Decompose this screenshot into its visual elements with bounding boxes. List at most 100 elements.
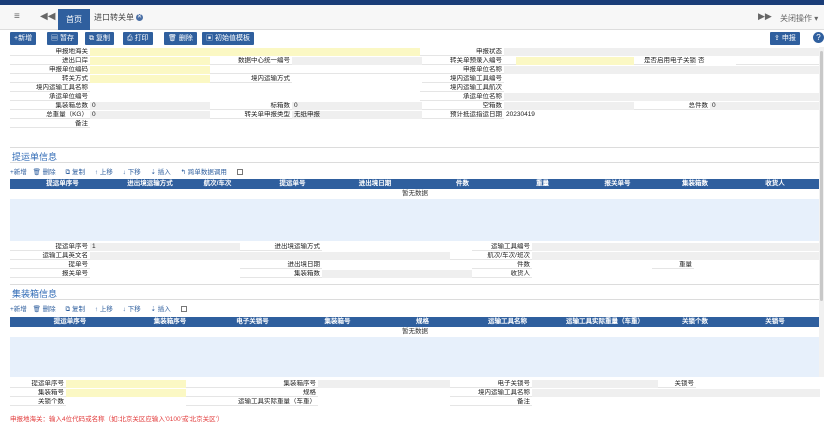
transfer-mode-input[interactable] [90, 75, 210, 83]
bill-copy-label: 复制 [71, 169, 85, 176]
electronic-lock-select[interactable]: 否 [696, 57, 736, 65]
copy-button[interactable]: ⧉ 复制 [85, 32, 114, 45]
container-detail-form: 提运单序号 集装箱序号 电子关锁号 关锁号 集装箱号 规格 境内运输工具名称 关… [10, 380, 820, 410]
tab-label: 进口转关单 [94, 13, 134, 22]
carrier-no-input[interactable] [90, 93, 420, 101]
container-total-field: 0 [90, 102, 210, 110]
label-c-weight: 运输工具实际重量（车重） [238, 398, 316, 405]
delete-button[interactable]: 🗑 删除 [164, 32, 197, 45]
bill-detail-form: 提运单序号 1 进出境运输方式 运输工具编号 运输工具英文名 航次/车次/班次 … [10, 243, 820, 283]
init-template-button[interactable]: ▣ 初始值模板 [202, 32, 254, 45]
label-bill-voyage: 航次/车次/班次 [487, 252, 530, 259]
c-bill-seq-input[interactable] [66, 380, 186, 388]
label-bill-containers: 集装箱数 [294, 270, 320, 277]
container-down-button[interactable]: ↓ 下移 [123, 306, 145, 313]
menu-icon[interactable]: ≡ [14, 11, 20, 22]
bill-insert-label: 插入 [157, 169, 171, 176]
bill-no-input[interactable] [90, 261, 240, 269]
label-empty-boxes: 空箱数 [482, 102, 503, 109]
vehicle-no-input[interactable] [504, 75, 820, 83]
eta-input[interactable]: 20230419 [504, 111, 820, 119]
container-up-button[interactable]: ↑ 上移 [95, 306, 117, 313]
bill-checkbox[interactable] [236, 169, 243, 176]
bill-weight-input[interactable] [694, 261, 820, 269]
scrollbar-thumb[interactable] [820, 51, 823, 301]
label-c-container-no: 集装箱号 [38, 389, 64, 396]
bill-pieces-input[interactable] [532, 261, 652, 269]
col-header: 进出境运输方式 [127, 180, 173, 187]
label-transfer-mode: 转关方式 [62, 75, 88, 82]
bill-vehicle-en-field [90, 252, 450, 260]
container-table-body: 暂无数据 [10, 327, 820, 377]
container-checkbox[interactable] [180, 306, 187, 313]
close-tab-icon[interactable]: ✕ [136, 14, 143, 22]
bill-delete-button[interactable]: 🗑 删除 [33, 169, 60, 176]
copy-label: 复制 [95, 35, 110, 42]
container-delete-label: 删除 [42, 306, 56, 313]
bill-vehicle-no-field [532, 243, 820, 251]
tab-home[interactable]: 首页 [58, 9, 90, 30]
scroll-right-icon[interactable]: ▶▶ [758, 11, 772, 22]
form-row: 集装箱号 规格 境内运输工具名称 [10, 389, 820, 397]
bill-insert-button[interactable]: ⇣ 插入 [151, 169, 175, 176]
container-new-button[interactable]: +新增 [10, 306, 27, 313]
label-decl-customs: 申报地海关 [55, 48, 89, 55]
bill-customs-no-input[interactable] [90, 270, 240, 278]
vehicle-name-input[interactable] [90, 84, 420, 92]
port-input[interactable] [90, 57, 210, 65]
divider [10, 147, 820, 148]
col-header: 提运单号 [279, 180, 306, 187]
scroll-left-icon[interactable]: ◀◀ [40, 11, 55, 22]
bill-cross-button[interactable]: ↰ 跨单数据调用 [181, 169, 231, 176]
label-c-remarks: 备注 [517, 398, 530, 405]
save-button[interactable]: ▤ 暂存 [47, 32, 78, 45]
tab-import-transfer[interactable]: 进口转关单 ✕ [94, 12, 143, 23]
bill-down-label: 下移 [127, 169, 141, 176]
col-header: 集装箱数 [682, 180, 708, 187]
remarks-input[interactable] [90, 120, 820, 128]
no-data: 暂无数据 [10, 189, 820, 199]
c-lock-count-input[interactable] [66, 398, 186, 406]
empty-boxes-field [504, 102, 634, 110]
help-icon[interactable]: ? [813, 32, 824, 43]
bill-consignee-input[interactable] [532, 270, 820, 278]
decl-type-field: 无纸申报 [292, 111, 422, 119]
bill-new-button[interactable]: +新增 [10, 169, 27, 176]
c-weight-input[interactable] [318, 398, 450, 406]
domestic-transport-input[interactable] [292, 75, 422, 83]
new-button[interactable]: +新增 [10, 32, 37, 45]
c-container-no-input[interactable] [66, 389, 186, 397]
bill-copy-button[interactable]: ⧉ 复制 [65, 169, 88, 176]
bill-up-button[interactable]: ↑ 上移 [95, 169, 117, 176]
decl-customs-input[interactable] [90, 48, 420, 56]
vehicle-voyage-input[interactable] [504, 84, 820, 92]
c-spec-input[interactable] [318, 389, 450, 397]
form-row: 申报单位编码 申报单位名称 [10, 66, 820, 74]
c-remarks-input[interactable] [532, 398, 820, 406]
col-header: 进出境日期 [358, 180, 392, 187]
container-copy-button[interactable]: ⧉ 复制 [65, 306, 88, 313]
vertical-scrollbar[interactable] [819, 47, 824, 377]
close-ops-menu[interactable]: 关闭操作 ▾ [780, 13, 818, 24]
form-row: 申报地海关 申报状态 [10, 48, 820, 56]
container-insert-button[interactable]: ⇣ 插入 [151, 306, 175, 313]
form-row: 进出口岸 数据中心统一编号 转关单预录入编号 是否启用电子关锁 否 [10, 57, 820, 65]
label-c-seal: 关锁号 [674, 380, 695, 387]
print-button[interactable]: ⎙ 打印 [123, 32, 153, 45]
c-seal-input[interactable] [696, 380, 820, 388]
bill-down-button[interactable]: ↓ 下移 [123, 169, 145, 176]
container-delete-button[interactable]: 🗑 删除 [33, 306, 60, 313]
bill-seq-field: 1 [90, 243, 240, 251]
header-form: 申报地海关 申报状态 进出口岸 数据中心统一编号 转关单预录入编号 是否启用电子… [10, 48, 820, 148]
declare-button[interactable]: ⇪ 申报 [770, 32, 800, 45]
template-icon: ▣ [206, 35, 213, 42]
container-down-label: 下移 [127, 306, 141, 313]
label-decl-type: 转关单申报类型 [244, 111, 291, 118]
label-teu: 标箱数 [270, 102, 291, 109]
declare-label: 申报 [781, 35, 796, 42]
unit-code-input[interactable] [90, 66, 210, 74]
bill-table-body: 暂无数据 [10, 189, 820, 241]
prerecord-no-input[interactable] [516, 57, 634, 65]
save-label: 暂存 [59, 35, 74, 42]
label-eta: 预计抵运指运日期 [450, 111, 502, 118]
